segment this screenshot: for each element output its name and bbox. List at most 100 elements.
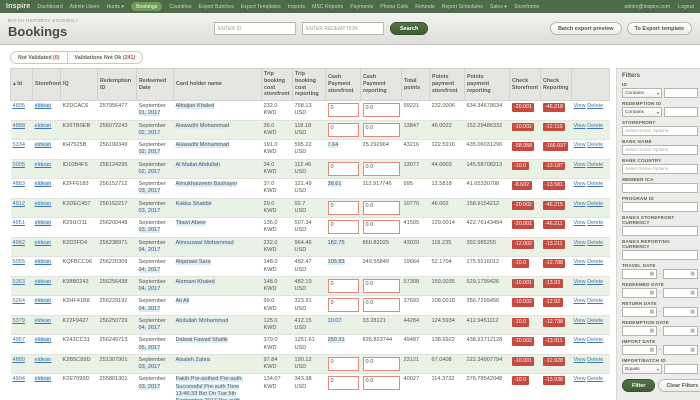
- batch-export-preview-button[interactable]: Batch export preview: [550, 22, 622, 35]
- cash-storefront-input[interactable]: 182.75: [328, 240, 345, 246]
- tab-not-validated[interactable]: Not Validated (0): [10, 51, 68, 64]
- nav-item-refunds[interactable]: Refunds: [415, 4, 434, 10]
- cash-storefront-input[interactable]: 105.83: [328, 259, 345, 265]
- nav-item-export-batches[interactable]: Export Batches: [199, 4, 234, 10]
- logout-link[interactable]: Logout: [678, 4, 694, 10]
- cash-reporting-input[interactable]: 0.0: [363, 357, 400, 371]
- clear-filters-button[interactable]: Clear Filters: [658, 379, 700, 392]
- nav-item-storefronts[interactable]: Storefronts: [514, 4, 539, 10]
- cash-storefront-input[interactable]: 0: [328, 201, 359, 215]
- column-header-check-storefront[interactable]: Check Storefront: [510, 69, 541, 101]
- delete-link[interactable]: Delete: [587, 103, 603, 109]
- nav-item-bookings[interactable]: Bookings: [131, 2, 162, 11]
- booking-id-link[interactable]: 5055: [13, 259, 25, 265]
- id-search-input[interactable]: [214, 22, 296, 35]
- filter-input-banks-reporting-currency[interactable]: [622, 250, 698, 260]
- nav-item-imports[interactable]: Imports: [288, 4, 305, 10]
- filter-date-to-redeemed-date[interactable]: ▦: [663, 288, 698, 298]
- view-link[interactable]: View: [574, 376, 586, 382]
- column-header-iq[interactable]: IQ: [61, 69, 98, 101]
- view-link[interactable]: View: [574, 201, 586, 207]
- booking-id-link[interactable]: 5264: [13, 298, 25, 304]
- filter-operator-select-redemption-id[interactable]: Contains▾: [622, 107, 662, 117]
- storefront-link[interactable]: eldean: [35, 279, 52, 285]
- filter-operator-select-id[interactable]: Contains▾: [622, 88, 662, 98]
- filter-date-from-travel-date[interactable]: ▦: [622, 269, 657, 279]
- cash-storefront-input[interactable]: 0: [328, 357, 359, 371]
- booking-id-link[interactable]: 4895: [13, 103, 25, 109]
- column-header-cash-payment-storefront[interactable]: Cash Payment storefront: [326, 69, 361, 101]
- storefront-link[interactable]: eldean: [35, 240, 52, 246]
- filter-date-from-import-date[interactable]: ▦: [622, 345, 657, 355]
- filter-input-program-id[interactable]: [622, 202, 698, 212]
- column-header-redeemed-date[interactable]: Redeemed Date: [137, 69, 174, 101]
- view-link[interactable]: View: [574, 123, 586, 129]
- filter-date-to-travel-date[interactable]: ▦: [663, 269, 698, 279]
- filter-input-import-batch-id[interactable]: [664, 364, 698, 374]
- booking-id-link[interactable]: 5005: [13, 162, 25, 168]
- filter-button[interactable]: Filter: [622, 379, 655, 392]
- column-header-points-payment-storefront[interactable]: Points payment storefront: [430, 69, 465, 101]
- delete-link[interactable]: Delete: [587, 123, 603, 129]
- booking-id-link[interactable]: 4912: [13, 201, 25, 207]
- booking-id-link[interactable]: 5334: [13, 142, 25, 148]
- cash-reporting-input[interactable]: 0.0: [363, 123, 400, 137]
- view-link[interactable]: View: [574, 298, 586, 304]
- booking-id-link[interactable]: 5363: [13, 279, 25, 285]
- cash-reporting-input[interactable]: 0.0: [363, 298, 400, 312]
- cash-reporting-input[interactable]: 0.0: [363, 279, 400, 293]
- delete-link[interactable]: Delete: [587, 318, 603, 324]
- nav-item-dashboard[interactable]: Dashboard: [37, 4, 62, 10]
- delete-link[interactable]: Delete: [587, 259, 603, 265]
- delete-link[interactable]: Delete: [587, 298, 603, 304]
- filter-multiselect-storefront[interactable]: [622, 126, 698, 136]
- tab-validations-not-ok[interactable]: Validations Not Ok (241): [68, 51, 144, 64]
- cash-reporting-input[interactable]: 0.0: [363, 220, 400, 234]
- nav-item-payments[interactable]: Payments: [350, 4, 373, 10]
- filter-date-from-redemption-date[interactable]: ▦: [622, 326, 657, 336]
- column-header-storefront[interactable]: Storefront: [33, 69, 61, 101]
- cash-storefront-input[interactable]: 0: [328, 123, 359, 137]
- delete-link[interactable]: Delete: [587, 220, 603, 226]
- nav-item-phone-calls[interactable]: Phone Calls: [380, 4, 408, 10]
- delete-link[interactable]: Delete: [587, 181, 603, 187]
- column-header-total-points[interactable]: Total points: [402, 69, 430, 101]
- view-link[interactable]: View: [574, 279, 586, 285]
- cash-storefront-input[interactable]: 0: [328, 298, 359, 312]
- view-link[interactable]: View: [574, 142, 586, 148]
- storefront-link[interactable]: eldean: [35, 103, 52, 109]
- booking-id-link[interactable]: 4904: [13, 376, 25, 382]
- breadcrumb[interactable]: BATCH REPORTS STAGING /: [8, 18, 208, 23]
- nav-item-admin-users[interactable]: Admin Users: [70, 4, 100, 10]
- cash-reporting-input[interactable]: 860.82025: [363, 240, 389, 246]
- storefront-link[interactable]: eldean: [35, 259, 52, 265]
- cash-storefront-input[interactable]: 250.31: [328, 337, 345, 343]
- filter-input-banks-storefront-currency[interactable]: [622, 226, 698, 236]
- booking-id-link[interactable]: 4951: [13, 220, 25, 226]
- storefront-link[interactable]: eldean: [35, 337, 52, 343]
- storefront-link[interactable]: eldean: [35, 162, 52, 168]
- column-header-trip-booking-cost-reporting[interactable]: Trip booking cost reporting: [293, 69, 326, 101]
- nav-item-report-schedules[interactable]: Report Schedules: [442, 4, 483, 10]
- storefront-link[interactable]: eldean: [35, 220, 52, 226]
- booking-id-link[interactable]: 5379: [13, 318, 25, 324]
- filter-operator-select-import-batch-id[interactable]: Equals▾: [622, 364, 662, 374]
- cash-storefront-input[interactable]: 10.07: [328, 318, 342, 324]
- storefront-link[interactable]: eldean: [35, 142, 52, 148]
- view-link[interactable]: View: [574, 220, 586, 226]
- cash-reporting-input[interactable]: 0.0: [363, 376, 400, 390]
- filter-date-from-return-date[interactable]: ▦: [622, 307, 657, 317]
- view-link[interactable]: View: [574, 181, 586, 187]
- column-header-card-holder-name[interactable]: Card holder name: [174, 69, 262, 101]
- cash-reporting-input[interactable]: 826.823744: [363, 337, 393, 343]
- delete-link[interactable]: Delete: [587, 279, 603, 285]
- filter-date-to-redemption-date[interactable]: ▦: [663, 326, 698, 336]
- to-export-template-button[interactable]: To Export template: [627, 22, 692, 35]
- view-link[interactable]: View: [574, 103, 586, 109]
- storefront-link[interactable]: eldean: [35, 298, 52, 304]
- delete-link[interactable]: Delete: [587, 357, 603, 363]
- filter-date-to-return-date[interactable]: ▦: [663, 307, 698, 317]
- cash-reporting-input[interactable]: 0.0: [363, 201, 400, 215]
- nav-item-hunts[interactable]: Hunts ▾: [106, 4, 124, 10]
- cash-storefront-input[interactable]: 0: [328, 103, 359, 117]
